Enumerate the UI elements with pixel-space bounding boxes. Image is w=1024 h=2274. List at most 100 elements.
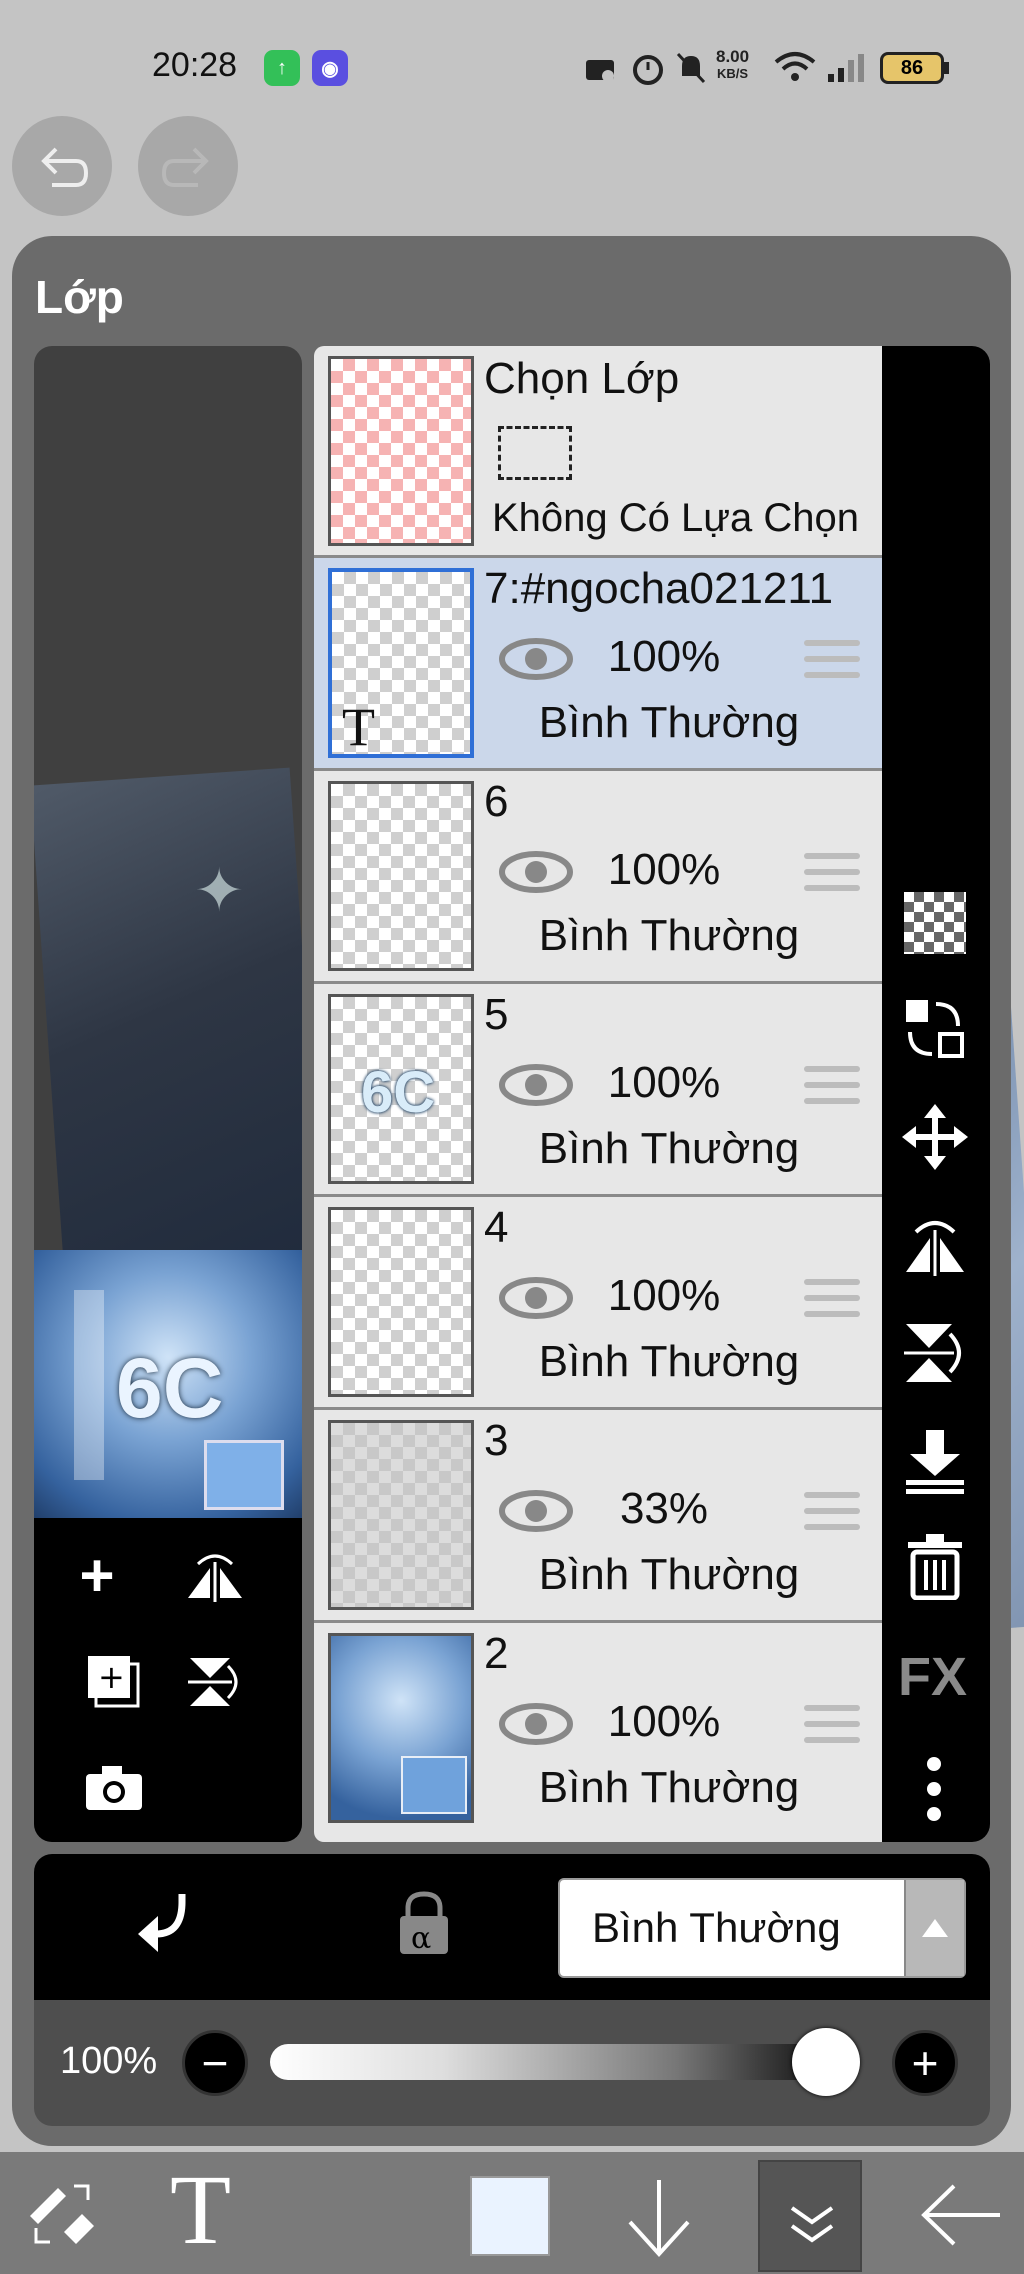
layer-row[interactable]: 6C 5 100% Bình Thường (314, 984, 882, 1197)
selection-thumb (328, 356, 474, 546)
down-arrow-icon[interactable] (624, 2178, 694, 2258)
triangle-up-icon (922, 1919, 948, 1937)
layer-list: Chọn Lớp Không Có Lựa Chọn T 7:#ngocha02… (314, 346, 882, 1842)
wifi-icon (774, 52, 816, 81)
nfc-icon (586, 60, 614, 82)
text-tool-icon[interactable]: T (170, 2160, 231, 2260)
mute-icon (676, 52, 706, 84)
flip-horizontal-icon[interactable] (902, 1212, 968, 1278)
layer-name: 2 (484, 1629, 509, 1678)
redo-icon (161, 147, 209, 187)
layer-name: 3 (484, 1416, 509, 1465)
layer-row[interactable]: 3 33% Bình Thường (314, 1410, 882, 1623)
layer-thumb: T (328, 568, 474, 758)
visibility-eye-icon[interactable] (498, 1701, 574, 1747)
undo-button[interactable] (12, 116, 112, 216)
opacity-label: 100% (60, 2040, 158, 2082)
camera-icon[interactable] (84, 1762, 144, 1812)
layer-name: 5 (484, 990, 509, 1039)
opacity-decrease-button[interactable]: − (182, 2030, 248, 2096)
layer-row[interactable]: 2 100% Bình Thường (314, 1623, 882, 1842)
brush-eraser-icon[interactable] (24, 2176, 100, 2252)
rotate-layer-icon[interactable] (184, 1652, 246, 1712)
transparency-icon[interactable] (904, 892, 966, 954)
preview-text: 6C (116, 1341, 224, 1435)
redo-button[interactable] (138, 116, 238, 216)
layer-thumb (328, 1420, 474, 1610)
svg-text:+: + (98, 1658, 125, 1696)
drag-handle-icon[interactable] (804, 640, 860, 688)
network-speed: 8.00 KB/S (716, 47, 750, 81)
drag-handle-icon[interactable] (804, 1279, 860, 1327)
flip-layer-icon[interactable] (184, 1548, 246, 1604)
visibility-eye-icon[interactable] (498, 1275, 574, 1321)
visibility-eye-icon[interactable] (498, 849, 574, 895)
layer-thumb (328, 1633, 474, 1823)
game-app-icon: ◉ (312, 50, 348, 86)
more-icon[interactable] (924, 1756, 944, 1822)
layer-tools: + + (34, 1518, 302, 1842)
swap-layers-icon[interactable] (902, 996, 968, 1062)
opacity-track[interactable] (270, 2044, 850, 2080)
layer-opacity: 100% (607, 632, 721, 681)
sparkle-icon: ✦ (194, 857, 245, 924)
layer-actions-bar: FX (882, 346, 990, 1842)
merge-down-icon[interactable] (902, 1428, 968, 1494)
canvas-thumbnail[interactable]: 6C (34, 1250, 302, 1518)
svg-text:α: α (411, 1921, 431, 1956)
upload-app-icon: ↑ (264, 50, 300, 86)
alarm-icon (633, 55, 663, 85)
move-icon[interactable] (902, 1104, 968, 1170)
layer-name: 4 (484, 1203, 509, 1252)
clock: 20:28 (152, 46, 238, 84)
blend-mode-select[interactable]: Bình Thường (558, 1878, 966, 1978)
layer-opacity: 100% (607, 1271, 721, 1320)
drag-handle-icon[interactable] (804, 1492, 860, 1540)
clipping-arrow-icon[interactable] (134, 1890, 194, 1960)
preview-background (34, 767, 302, 1305)
alpha-lock-icon[interactable]: α (396, 1888, 452, 1958)
visibility-eye-icon[interactable] (498, 1062, 574, 1108)
back-arrow-icon[interactable] (920, 2182, 1004, 2248)
text-layer-icon: T (342, 697, 375, 757)
layer-opacity: 100% (607, 1697, 721, 1746)
fx-button[interactable]: FX (898, 1646, 967, 1708)
layer-name: 6 (484, 777, 509, 826)
battery-icon: 86 (880, 52, 944, 84)
visibility-eye-icon[interactable] (498, 636, 574, 682)
layer-thumb: 6C (328, 994, 474, 1184)
add-layer-icon[interactable]: + (70, 1542, 124, 1609)
opacity-thumb[interactable] (792, 2028, 860, 2096)
double-chevron-down-icon (790, 2206, 834, 2243)
layer-opacity: 33% (619, 1484, 709, 1533)
status-bar: 20:28 ↑ ◉ 8.00 KB/S 86 (0, 0, 1024, 100)
layer-opacity: 100% (607, 845, 721, 894)
layer-opacity: 100% (607, 1058, 721, 1107)
undo-icon (41, 147, 89, 187)
select-arrow-button[interactable] (904, 1880, 964, 1976)
duplicate-layer-icon[interactable]: + (84, 1652, 142, 1712)
color-swatch[interactable] (470, 2176, 550, 2256)
layer-thumb-text: 6C (361, 1060, 436, 1125)
opacity-increase-button[interactable]: + (892, 2030, 958, 2096)
layer-row[interactable]: 6 100% Bình Thường (314, 771, 882, 984)
drag-handle-icon[interactable] (804, 853, 860, 901)
flip-vertical-icon[interactable] (902, 1320, 968, 1386)
collapse-button[interactable] (758, 2160, 862, 2272)
bottom-toolbar: T (0, 2152, 1024, 2274)
layer-blend-mode: Bình Thường (538, 1550, 800, 1599)
layer-blend-mode: Bình Thường (538, 1337, 800, 1386)
trash-icon[interactable] (906, 1534, 964, 1600)
panel-title: Lớp (35, 271, 124, 323)
layer-blend-mode: Bình Thường (538, 911, 800, 960)
drag-handle-icon[interactable] (804, 1066, 860, 1114)
layer-row[interactable]: 4 100% Bình Thường (314, 1197, 882, 1410)
layer-row[interactable]: T 7:#ngocha021211 100% Bình Thường (314, 558, 882, 771)
selection-layer-subtitle: Không Có Lựa Chọn (492, 496, 860, 540)
selection-layer-row[interactable]: Chọn Lớp Không Có Lựa Chọn (314, 346, 882, 558)
layer-blend-mode: Bình Thường (538, 698, 800, 747)
minus-icon: − (201, 2037, 229, 2089)
visibility-eye-icon[interactable] (498, 1488, 574, 1534)
blend-mode-value: Bình Thường (592, 1904, 841, 1951)
drag-handle-icon[interactable] (804, 1705, 860, 1753)
